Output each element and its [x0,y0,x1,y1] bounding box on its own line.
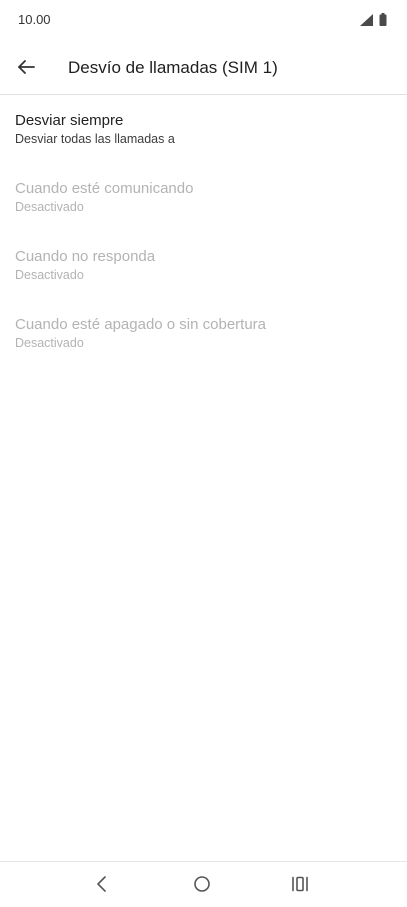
signal-icon [360,13,373,26]
page-title: Desvío de llamadas (SIM 1) [68,58,278,77]
option-when-unreachable[interactable]: Cuando esté apagado o sin cobertura Desa… [0,299,407,367]
status-icons [360,13,387,26]
option-title: Desviar siempre [15,112,124,129]
nav-recents-icon[interactable] [288,872,312,896]
status-bar: 10.00 [0,0,407,40]
option-title: Cuando esté apagado o sin cobertura [15,316,267,333]
arrow-left-icon[interactable] [14,55,38,79]
system-navigation-bar [0,861,407,907]
option-when-unanswered[interactable]: Cuando no responda Desactivado [0,231,407,299]
option-title: Cuando no responda [15,248,156,265]
option-title: Cuando esté comunicando [15,180,194,197]
battery-icon [379,13,387,26]
option-when-busy[interactable]: Cuando esté comunicando Desactivado [0,163,407,231]
nav-back-icon[interactable] [90,872,114,896]
nav-home-icon[interactable] [190,872,214,896]
option-subtitle: Desactivado [15,200,84,214]
option-always-forward[interactable]: Desviar siempre Desviar todas las llamad… [0,95,407,163]
option-subtitle: Desviar todas las llamadas a [15,132,175,146]
app-bar: Desvío de llamadas (SIM 1) [0,40,407,95]
status-time: 10.00 [18,12,51,27]
option-subtitle: Desactivado [15,336,84,350]
forwarding-options-list: Desviar siempre Desviar todas las llamad… [0,95,407,367]
option-subtitle: Desactivado [15,268,84,282]
